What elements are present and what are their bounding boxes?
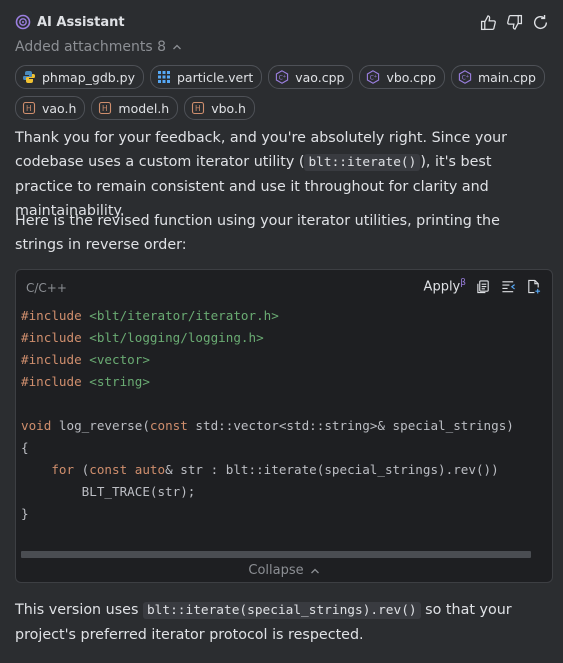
collapse-button[interactable]: Collapse	[16, 563, 552, 578]
svg-text:H: H	[26, 104, 32, 113]
header-icon: H	[191, 101, 205, 115]
attachment-chip[interactable]: H vao.h	[15, 96, 86, 120]
svg-text:+: +	[283, 74, 287, 80]
message-paragraph-3: This version uses blt::iterate(special_s…	[15, 602, 512, 643]
horizontal-scrollbar[interactable]	[21, 551, 531, 558]
attachments-toggle[interactable]: Added attachments 8	[15, 39, 182, 55]
attachment-chip[interactable]: phmap_gdb.py	[15, 65, 144, 89]
svg-text:+: +	[374, 74, 378, 80]
grid-icon	[157, 70, 171, 84]
thumbs-up-icon[interactable]	[480, 14, 497, 31]
python-icon	[22, 70, 36, 84]
attachment-chip[interactable]: H vbo.h	[184, 96, 255, 120]
svg-text:+: +	[465, 74, 469, 80]
cpp-icon: C +	[275, 70, 289, 84]
code-toolbar: Applyβ	[424, 278, 541, 294]
code-block: C/C++ Applyβ #include <blt/iterator/iter…	[15, 269, 553, 583]
new-file-icon[interactable]	[526, 279, 541, 294]
thumbs-down-icon[interactable]	[506, 14, 523, 31]
copy-icon[interactable]	[476, 279, 491, 294]
sparkle-logo-icon	[15, 14, 31, 30]
apply-button[interactable]: Applyβ	[424, 278, 466, 294]
code-language-label: C/C++	[26, 281, 67, 295]
attachment-chip[interactable]: particle.vert	[150, 65, 263, 89]
insert-at-caret-icon[interactable]	[501, 279, 516, 294]
message-paragraph-2: Here is the revised function using your …	[15, 213, 500, 253]
chevron-up-icon	[173, 44, 181, 50]
attachment-chip[interactable]: C + main.cpp	[450, 65, 545, 89]
attachment-chip[interactable]: C + vao.cpp	[268, 65, 354, 89]
refresh-icon[interactable]	[532, 14, 549, 31]
inline-code: blt::iterate(special_strings).rev()	[142, 602, 421, 619]
attachment-chip[interactable]: C + vbo.cpp	[359, 65, 445, 89]
cpp-icon: C +	[458, 70, 472, 84]
attachments-label: Added attachments 8	[15, 39, 167, 55]
attachment-list: phmap_gdb.py particle.vert C + vao.cpp C +…	[15, 65, 550, 120]
assistant-title: AI Assistant	[37, 14, 125, 30]
attachment-chip[interactable]: H model.h	[91, 96, 179, 120]
svg-text:H: H	[102, 104, 108, 113]
header-icon: H	[22, 101, 36, 115]
header-icon: H	[98, 101, 112, 115]
assistant-header: AI Assistant	[15, 10, 549, 34]
cpp-icon: C +	[366, 70, 380, 84]
chevron-up-icon	[310, 568, 319, 573]
svg-text:H: H	[195, 104, 201, 113]
inline-code: blt::iterate()	[304, 154, 421, 171]
code-content: #include <blt/iterator/iterator.h> #incl…	[21, 308, 514, 521]
